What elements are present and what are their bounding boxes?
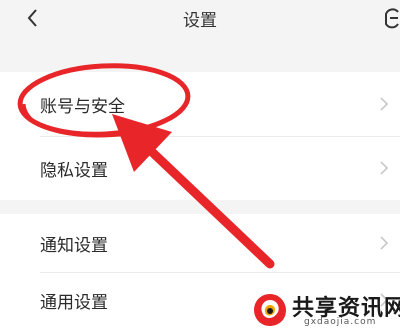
watermark: 共享资讯网 gxdaojia.com xyxy=(248,290,400,333)
more-icon[interactable] xyxy=(384,6,400,30)
settings-item-notifications[interactable]: 通知设置 xyxy=(0,214,400,272)
chevron-right-icon xyxy=(380,97,389,111)
settings-item-label: 账号与安全 xyxy=(40,97,125,117)
watermark-logo-icon xyxy=(254,294,286,326)
settings-item-label: 通知设置 xyxy=(40,236,108,256)
settings-group-account: 账号与安全 隐私设置 xyxy=(0,72,400,200)
settings-item-label: 隐私设置 xyxy=(40,161,108,181)
chevron-right-icon xyxy=(380,236,389,250)
settings-item-account-security[interactable]: 账号与安全 xyxy=(0,72,400,136)
watermark-url: gxdaojia.com xyxy=(304,317,377,327)
settings-item-label: 通用设置 xyxy=(40,293,108,313)
header-bar: 设置 xyxy=(0,0,400,42)
chevron-right-icon xyxy=(380,161,389,175)
page-title: 设置 xyxy=(183,11,217,31)
settings-item-privacy[interactable]: 隐私设置 xyxy=(0,136,400,200)
